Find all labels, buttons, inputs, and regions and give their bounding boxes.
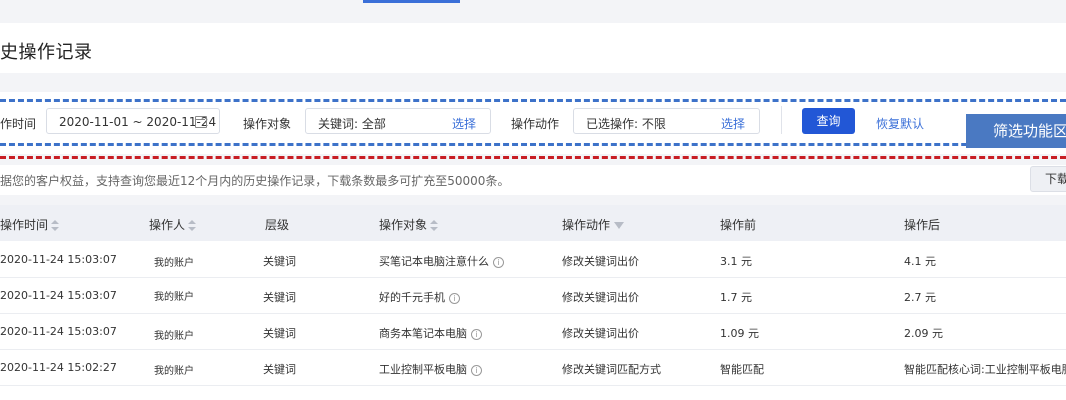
cell-time: 2020-11-24 15:03:07 — [0, 325, 117, 338]
row-divider — [0, 385, 1066, 386]
header-after: 操作后 — [904, 218, 941, 232]
filter-area-separator — [0, 156, 1066, 159]
action-filter-field[interactable]: 已选操作: 不限 选择 — [573, 108, 760, 134]
cell-object: 商务本笔记本电脑 i — [379, 325, 482, 341]
cell-level: 关键词 — [263, 291, 296, 304]
row-divider — [0, 313, 1066, 314]
cell-operator: 我的账户 — [154, 366, 194, 377]
time-filter-label: 作时间 — [0, 117, 37, 131]
object-filter-field[interactable]: 关键词: 全部 选择 — [305, 108, 491, 134]
cell-action: 修改关键词出价 — [562, 327, 639, 340]
cell-action: 修改关键词出价 — [562, 255, 639, 268]
reset-default-link[interactable]: 恢复默认 — [876, 115, 924, 132]
info-icon[interactable]: i — [449, 292, 460, 304]
cell-time: 2020-11-24 15:03:07 — [0, 289, 117, 302]
filter-area-bottom-border — [0, 143, 1066, 146]
cell-after: 2.7 元 — [904, 291, 936, 304]
cell-time: 2020-11-24 15:03:07 — [0, 253, 117, 266]
header-time[interactable]: 操作时间 — [0, 216, 60, 233]
action-filter-label: 操作动作 — [511, 117, 560, 131]
calendar-icon — [195, 116, 207, 128]
filter-icon[interactable] — [614, 222, 625, 229]
cell-operator: 我的账户 — [154, 331, 194, 342]
top-spacer — [0, 3, 1066, 23]
title-card — [0, 23, 1066, 73]
cell-before: 3.1 元 — [720, 255, 752, 268]
cell-operator: 我的账户 — [154, 292, 194, 303]
cell-object: 买笔记本电脑注意什么 i — [379, 253, 504, 269]
header-action[interactable]: 操作动作 — [562, 216, 625, 233]
filter-area-top-border — [0, 99, 1066, 102]
header-operator[interactable]: 操作人 — [149, 216, 197, 233]
download-button[interactable]: 下载 — [1030, 166, 1066, 192]
sort-icon[interactable] — [51, 219, 60, 232]
cell-after: 智能匹配核心词:工业控制平板电脑 — [904, 363, 1066, 376]
row-divider — [0, 277, 1066, 278]
sort-icon[interactable] — [188, 219, 197, 232]
cell-level: 关键词 — [263, 255, 296, 268]
cell-object: 工业控制平板电脑 i — [379, 361, 482, 377]
cell-before: 1.7 元 — [720, 291, 752, 304]
notice-text: 据您的客户权益，支持查询您最近12个月内的历史操作记录，下载条数最多可扩充至50… — [0, 174, 510, 188]
query-button[interactable]: 查询 — [802, 108, 855, 134]
row-divider — [0, 349, 1066, 350]
cell-level: 关键词 — [263, 363, 296, 376]
action-select-link[interactable]: 选择 — [721, 115, 745, 132]
header-level: 层级 — [265, 218, 290, 232]
sort-icon[interactable] — [430, 219, 439, 232]
cell-before: 1.09 元 — [720, 327, 759, 340]
date-range-picker[interactable]: 2020-11-01 ~ 2020-11-24 — [46, 108, 220, 134]
filter-area-callout: 筛选功能区 — [966, 114, 1066, 148]
cell-action: 修改关键词匹配方式 — [562, 363, 661, 376]
cell-object: 好的千元手机 i — [379, 289, 460, 305]
cell-after: 2.09 元 — [904, 327, 943, 340]
object-filter-value: 关键词: 全部 — [318, 117, 386, 131]
info-icon[interactable]: i — [471, 328, 482, 340]
cell-time: 2020-11-24 15:02:27 — [0, 361, 117, 374]
page-title: 史操作记录 — [0, 42, 93, 63]
cell-before: 智能匹配 — [720, 363, 764, 376]
header-before: 操作前 — [720, 218, 757, 232]
header-object[interactable]: 操作对象 — [379, 216, 439, 233]
action-filter-value: 已选操作: 不限 — [586, 117, 666, 131]
cell-level: 关键词 — [263, 327, 296, 340]
date-range-value: 2020-11-01 ~ 2020-11-24 — [59, 115, 217, 129]
info-icon[interactable]: i — [471, 364, 482, 376]
cell-operator: 我的账户 — [154, 258, 194, 269]
object-select-link[interactable]: 选择 — [452, 115, 476, 132]
info-icon[interactable]: i — [493, 256, 504, 268]
cell-action: 修改关键词出价 — [562, 291, 639, 304]
cell-after: 4.1 元 — [904, 255, 936, 268]
object-filter-label: 操作对象 — [243, 117, 292, 131]
filter-divider — [781, 106, 782, 134]
